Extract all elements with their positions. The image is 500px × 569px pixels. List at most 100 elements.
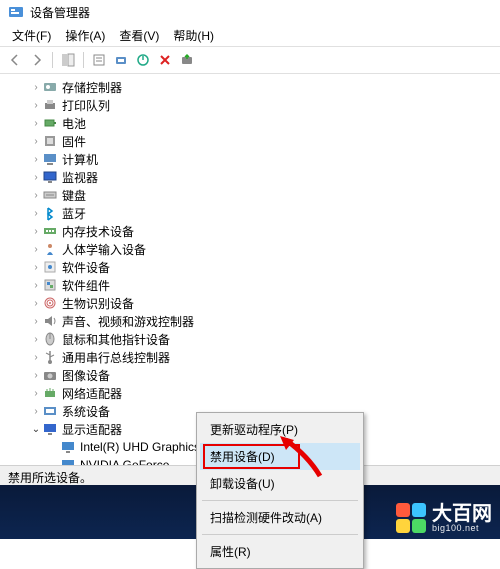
status-text: 禁用所选设备。 (8, 471, 92, 485)
system-icon (42, 403, 58, 419)
tree-node-label: 键盘 (62, 187, 86, 204)
menu-action[interactable]: 操作(A) (59, 25, 111, 46)
scan-icon[interactable] (112, 51, 130, 69)
tree-node-label: Intel(R) UHD Graphics (80, 440, 200, 454)
tree-node-cat-13[interactable]: › 声音、视频和游戏控制器 (12, 312, 500, 330)
expander-icon[interactable]: › (30, 118, 42, 129)
expander-icon[interactable]: › (30, 190, 42, 201)
tree-node-label: 监视器 (62, 169, 98, 186)
expander-icon[interactable]: › (30, 388, 42, 399)
expander-icon[interactable]: › (30, 406, 42, 417)
menu-help[interactable]: 帮助(H) (167, 25, 220, 46)
expander-icon[interactable]: › (30, 172, 42, 183)
ctx-properties[interactable]: 属性(R) (200, 538, 360, 565)
expander-icon[interactable]: › (30, 100, 42, 111)
watermark-logo-icon (396, 503, 426, 533)
window-title: 设备管理器 (30, 4, 90, 21)
separator (83, 52, 84, 68)
tree-node-label: 声音、视频和游戏控制器 (62, 313, 194, 330)
expander-icon[interactable]: › (30, 316, 42, 327)
enable-icon[interactable] (134, 51, 152, 69)
ctx-scan-hardware[interactable]: 扫描检测硬件改动(A) (200, 504, 360, 531)
tree-node-cat-16[interactable]: › 图像设备 (12, 366, 500, 384)
tree-node-label: 存储控制器 (62, 79, 122, 96)
hid-icon (42, 241, 58, 257)
expander-icon[interactable]: › (30, 208, 42, 219)
menu-view[interactable]: 查看(V) (113, 25, 165, 46)
forward-icon[interactable] (28, 51, 46, 69)
sound-icon (42, 313, 58, 329)
tree-node-cat-10[interactable]: › 软件设备 (12, 258, 500, 276)
tree-node-cat-1[interactable]: › 打印队列 (12, 96, 500, 114)
tree-node-cat-17[interactable]: › 网络适配器 (12, 384, 500, 402)
expander-icon[interactable]: › (30, 262, 42, 273)
tree-node-label: 蓝牙 (62, 205, 86, 222)
expander-icon[interactable]: › (30, 334, 42, 345)
tree-node-cat-5[interactable]: › 监视器 (12, 168, 500, 186)
tree-node-cat-8[interactable]: ›内存技术设备 (12, 222, 500, 240)
tree-node-label: 系统设备 (62, 403, 110, 420)
tree-node-label: 图像设备 (62, 367, 110, 384)
tree-node-label: 显示适配器 (62, 421, 122, 438)
camera-icon (42, 367, 58, 383)
expander-icon[interactable]: ⌄ (30, 424, 42, 435)
tree-node-label: 软件组件 (62, 277, 110, 294)
bluetooth-icon (42, 205, 58, 221)
expander-icon[interactable]: › (30, 226, 42, 237)
tree-node-cat-15[interactable]: › 通用串行总线控制器 (12, 348, 500, 366)
storage-icon (42, 79, 58, 95)
tree-node-label: 软件设备 (62, 259, 110, 276)
tree-node-label: 打印队列 (62, 97, 110, 114)
ctx-divider (202, 534, 358, 535)
update-icon[interactable] (178, 51, 196, 69)
biometric-icon (42, 295, 58, 311)
tree-node-cat-4[interactable]: › 计算机 (12, 150, 500, 168)
display-icon (42, 421, 58, 437)
computer-icon (42, 151, 58, 167)
tree-node-label: 人体学输入设备 (62, 241, 146, 258)
monitor-icon (42, 169, 58, 185)
properties-icon[interactable] (90, 51, 108, 69)
tree-node-cat-11[interactable]: › 软件组件 (12, 276, 500, 294)
expander-icon[interactable]: › (30, 280, 42, 291)
tree-node-cat-3[interactable]: › 固件 (12, 132, 500, 150)
separator (52, 52, 53, 68)
toolbar (0, 46, 500, 74)
expander-icon[interactable]: › (30, 298, 42, 309)
expander-icon[interactable]: › (30, 154, 42, 165)
expander-icon[interactable]: › (30, 82, 42, 93)
software-icon (42, 259, 58, 275)
firmware-icon (42, 133, 58, 149)
expander-icon[interactable]: › (30, 370, 42, 381)
tree-node-cat-14[interactable]: ›鼠标和其他指针设备 (12, 330, 500, 348)
title-bar: 设备管理器 (0, 0, 500, 24)
watermark-brand: 大百网 (432, 504, 492, 524)
keyboard-icon (42, 187, 58, 203)
tree-node-label: 计算机 (62, 151, 98, 168)
disable-icon[interactable] (156, 51, 174, 69)
expander-icon[interactable]: › (30, 352, 42, 363)
gpu-icon (60, 439, 76, 455)
app-icon (8, 4, 24, 20)
tree-node-label: 电池 (62, 115, 86, 132)
tree-node-cat-2[interactable]: › 电池 (12, 114, 500, 132)
tree-node-label: 生物识别设备 (62, 295, 134, 312)
tree-node-label: 网络适配器 (62, 385, 122, 402)
tree-node-cat-9[interactable]: › 人体学输入设备 (12, 240, 500, 258)
ctx-divider (202, 500, 358, 501)
expander-icon[interactable]: › (30, 244, 42, 255)
back-icon[interactable] (6, 51, 24, 69)
tree-node-cat-0[interactable]: › 存储控制器 (12, 78, 500, 96)
annotation-arrow-icon (278, 436, 328, 480)
tree-node-cat-7[interactable]: › 蓝牙 (12, 204, 500, 222)
menu-file[interactable]: 文件(F) (6, 25, 57, 46)
tree-node-label: 固件 (62, 133, 86, 150)
tree-node-cat-12[interactable]: › 生物识别设备 (12, 294, 500, 312)
expander-icon[interactable]: › (30, 136, 42, 147)
mouse-icon (42, 331, 58, 347)
tree-node-cat-6[interactable]: › 键盘 (12, 186, 500, 204)
watermark: 大百网 big100.net (396, 503, 492, 533)
tree-node-label: 通用串行总线控制器 (62, 349, 170, 366)
menu-bar: 文件(F) 操作(A) 查看(V) 帮助(H) (0, 24, 500, 46)
show-hide-icon[interactable] (59, 51, 77, 69)
